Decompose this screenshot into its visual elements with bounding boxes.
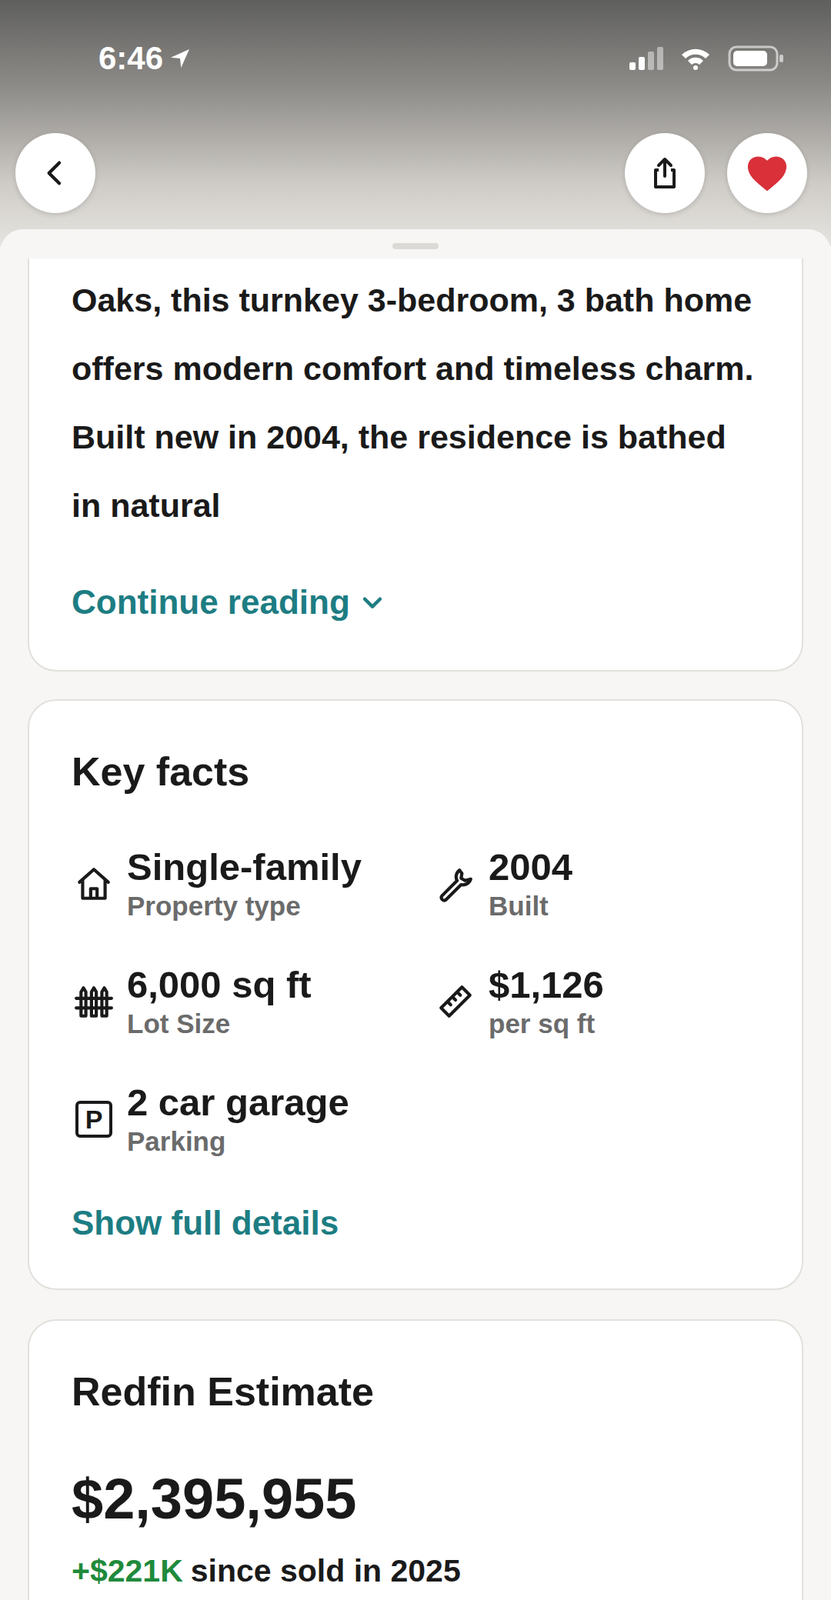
fact-icon-box: P xyxy=(71,1097,117,1142)
estimate-change: +$221Ksince sold in 2025 xyxy=(71,1551,760,1592)
fact-item: Single-familyProperty type xyxy=(71,844,434,924)
change-text: since sold in 2025 xyxy=(190,1551,461,1592)
card-title: Redfin Estimate xyxy=(71,1367,760,1417)
description-text: Oaks, this turnkey 3-bedroom, 3 bath hom… xyxy=(71,266,760,541)
fact-value: 2004 xyxy=(488,844,573,890)
fact-label: Built xyxy=(488,889,573,924)
fact-text: 6,000 sq ftLot Size xyxy=(126,962,312,1042)
fact-value: 6,000 sq ft xyxy=(126,962,312,1008)
fact-label: Lot Size xyxy=(126,1007,312,1042)
signal-icon xyxy=(629,46,664,71)
continue-reading-link[interactable]: Continue reading xyxy=(71,579,760,626)
location-icon xyxy=(167,46,193,71)
clock: 6:46 xyxy=(98,40,164,77)
fact-label: Parking xyxy=(126,1124,350,1159)
fact-icon-box xyxy=(433,979,478,1025)
status-icons xyxy=(629,45,785,72)
fact-item: 2004Built xyxy=(433,844,760,924)
chevron-down-icon xyxy=(359,589,386,616)
change-amount: +$221K xyxy=(71,1551,184,1592)
description-card: Oaks, this turnkey 3-bedroom, 3 bath hom… xyxy=(27,258,804,672)
share-icon xyxy=(646,154,684,192)
status-bar: 6:46 xyxy=(0,40,831,77)
link-label[interactable]: Continue reading xyxy=(71,579,351,626)
status-time: 6:46 xyxy=(98,40,193,77)
fact-item: P 2 car garageParking xyxy=(71,1080,434,1159)
fact-value: Single-family xyxy=(126,844,362,890)
house-icon xyxy=(74,864,114,904)
fact-label: Property type xyxy=(126,889,362,924)
fact-text: $1,126per sq ft xyxy=(488,962,605,1042)
battery-icon xyxy=(727,45,785,72)
fact-text: Single-familyProperty type xyxy=(126,844,362,924)
fact-label: per sq ft xyxy=(488,1007,605,1042)
card-title: Key facts xyxy=(71,747,760,797)
chevron-left-icon xyxy=(40,157,71,189)
back-button[interactable] xyxy=(15,133,96,214)
details-sheet: Oaks, this turnkey 3-bedroom, 3 bath hom… xyxy=(0,229,831,1600)
listing-photo[interactable]: 6:46 xyxy=(0,0,831,247)
facts-grid: Single-familyProperty type 2004Built 6,000… xyxy=(71,844,760,1159)
estimate-value: $2,395,955 xyxy=(71,1465,760,1534)
estimate-card: Redfin Estimate $2,395,955 +$221Ksince sol… xyxy=(27,1319,804,1600)
parking-icon: P xyxy=(75,1101,113,1139)
fact-value: 2 car garage xyxy=(126,1080,350,1125)
fact-text: 2 car garageParking xyxy=(126,1080,350,1159)
fence-icon xyxy=(74,982,114,1022)
fact-item: $1,126per sq ft xyxy=(433,962,760,1042)
ruler-icon xyxy=(436,982,475,1022)
wrench-icon xyxy=(436,864,475,904)
fact-icon-box xyxy=(433,861,478,907)
show-full-details-link[interactable]: Show full details xyxy=(71,1200,760,1247)
fact-icon-box xyxy=(71,861,117,907)
fact-item: 6,000 sq ftLot Size xyxy=(71,962,434,1042)
sheet-handle[interactable] xyxy=(392,243,439,250)
wifi-icon xyxy=(680,46,711,71)
fact-value: $1,126 xyxy=(488,962,605,1008)
share-button[interactable] xyxy=(624,133,705,214)
heart-icon[interactable] xyxy=(745,151,789,195)
fact-icon-box xyxy=(71,979,117,1025)
favorite-button[interactable] xyxy=(727,133,808,214)
fact-text: 2004Built xyxy=(488,844,573,924)
key-facts-card: Key facts Single-familyProperty type 2004B… xyxy=(27,699,804,1291)
